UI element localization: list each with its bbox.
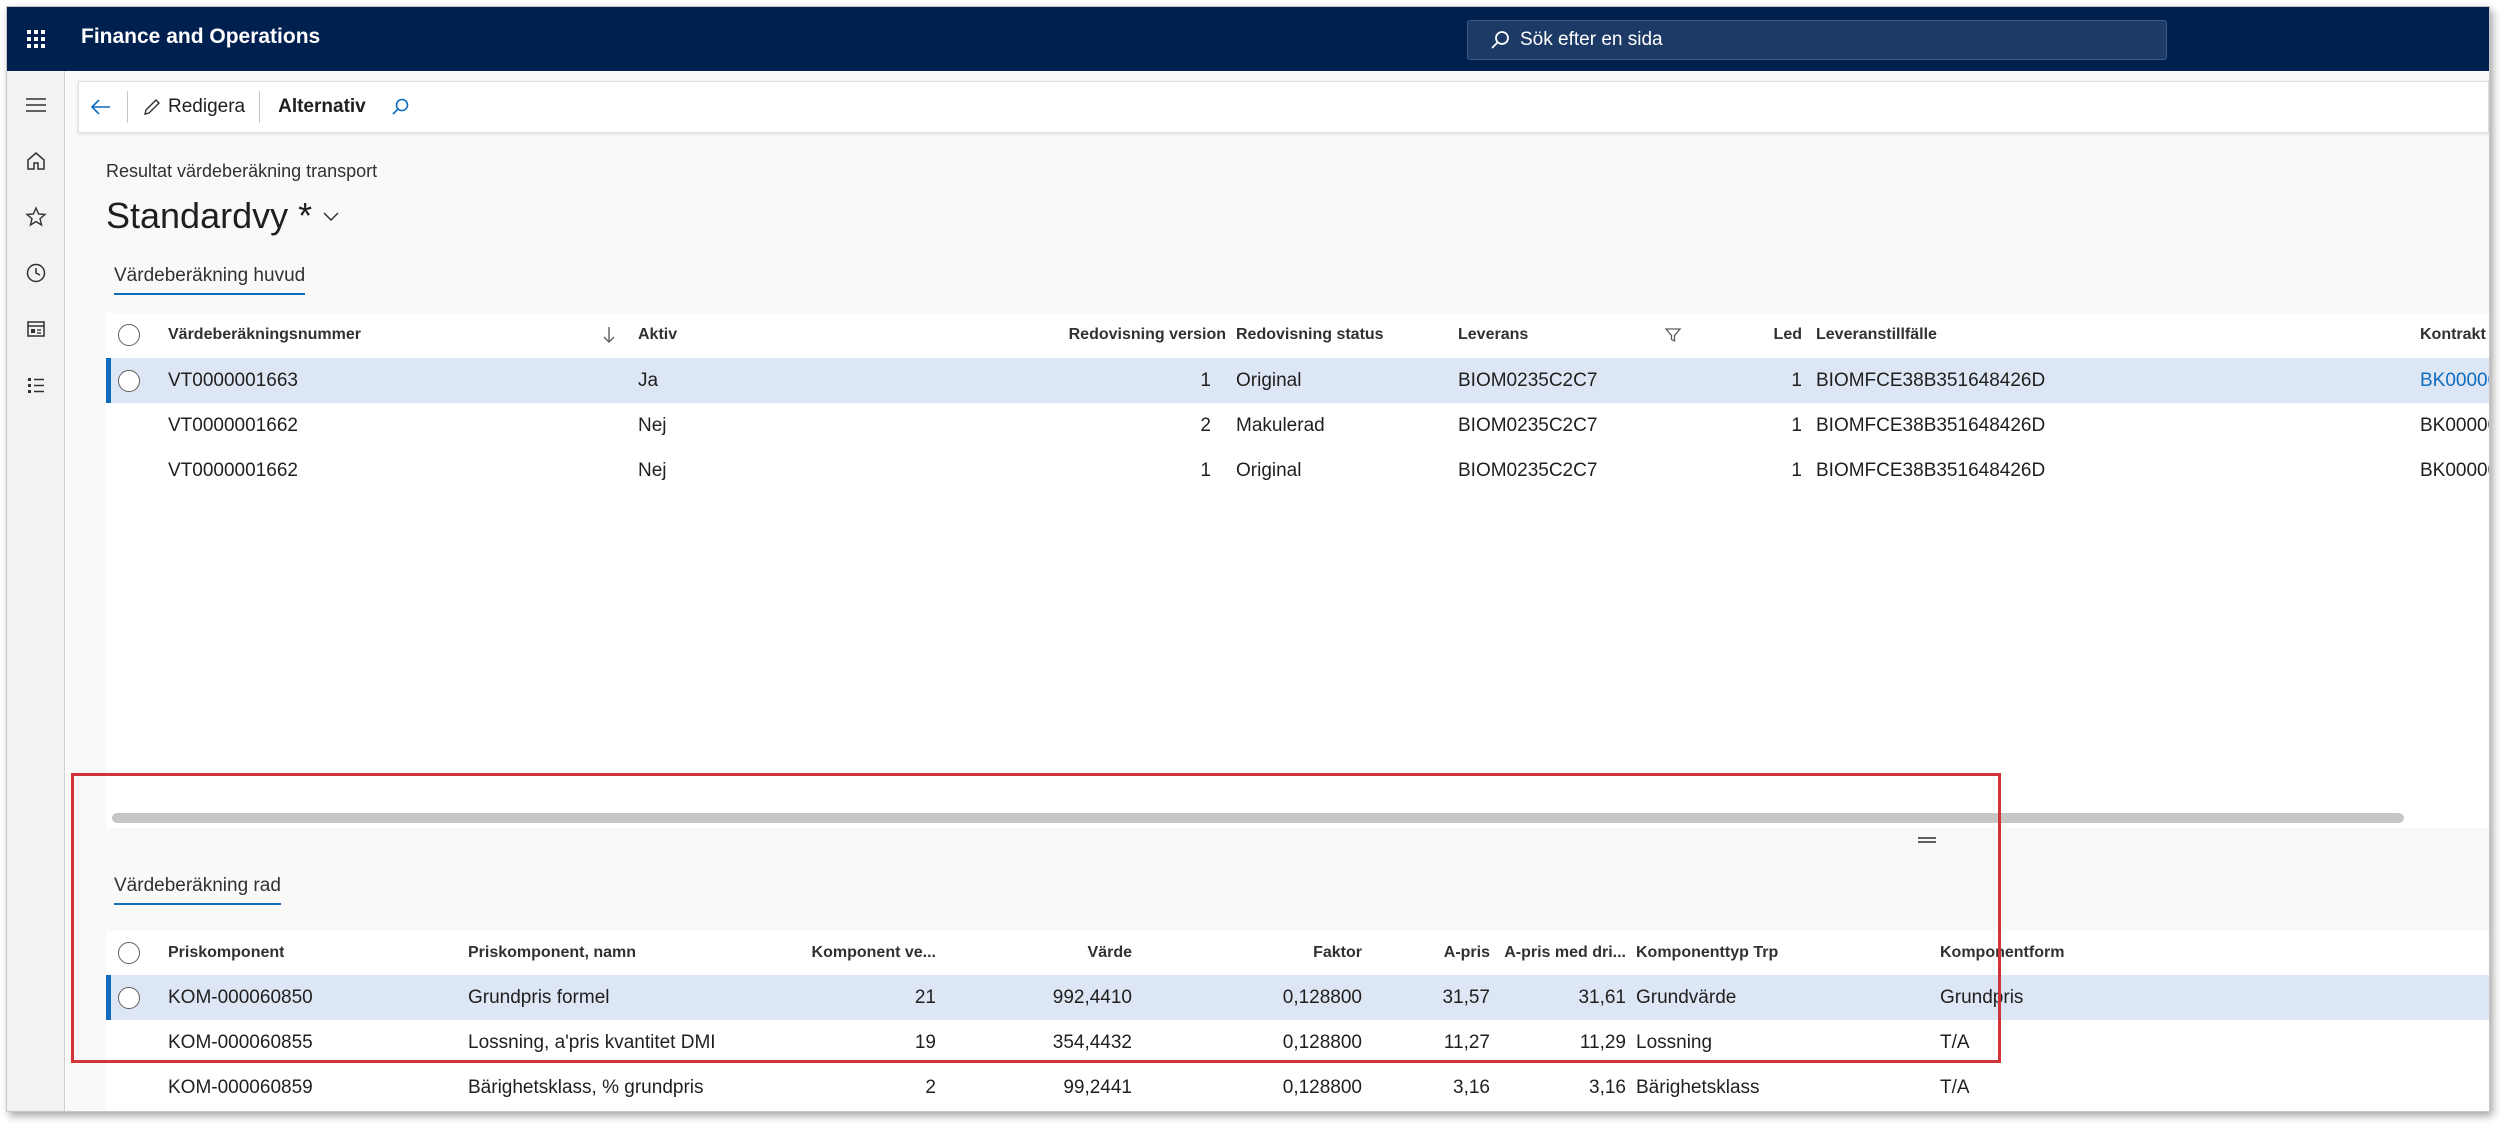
cell-contract: BK00000216 <box>2420 459 2489 481</box>
filter-icon[interactable] <box>1664 313 1682 357</box>
contract-link[interactable]: BK00000216 <box>2420 358 2489 403</box>
cell-version: 2 <box>1200 414 1211 436</box>
home-icon[interactable] <box>7 141 65 181</box>
cell-number: VT0000001663 <box>168 369 298 391</box>
col-delivery[interactable]: Leverans <box>1458 313 1528 357</box>
page-caption: Resultat värdeberäkning transport <box>106 161 378 181</box>
col-contract[interactable]: Kontrakt <box>2420 313 2486 357</box>
cell-number: VT0000001662 <box>168 414 298 436</box>
cell-led: 1 <box>1791 369 1802 391</box>
header-grid-columns: Värdeberäkningsnummer Aktiv Redovisning … <box>106 313 2489 357</box>
tab-header-section[interactable]: Värdeberäkning huvud <box>114 265 306 295</box>
highlight-annotation-box <box>71 773 2001 1063</box>
action-divider <box>127 91 128 123</box>
search-placeholder: Sök efter en sida <box>1520 29 1663 50</box>
cell-occasion: BIOMFCE38B351648426D <box>1816 459 2046 481</box>
table-row[interactable]: VT0000001663 Ja 1 Original BIOM0235C2C7 … <box>106 358 2489 403</box>
top-bar: Finance and Operations Sök efter en sida <box>7 7 2489 71</box>
back-button[interactable] <box>79 81 123 133</box>
view-selector[interactable]: Standardvy * <box>106 195 340 237</box>
col-status[interactable]: Redovisning status <box>1236 313 1384 357</box>
hamburger-icon[interactable] <box>7 85 65 125</box>
cell-occasion: BIOMFCE38B351648426D <box>1816 369 2046 391</box>
table-row[interactable]: KOM-000060859 Bärighetsklass, % grundpri… <box>106 1065 2489 1110</box>
search-icon <box>1491 31 1509 49</box>
cell-unit-price: 3,16 <box>1453 1076 1490 1098</box>
clock-icon[interactable] <box>7 253 65 293</box>
header-grid: Värdeberäkningsnummer Aktiv Redovisning … <box>106 313 2489 828</box>
cell-value: 99,2441 <box>1063 1076 1132 1098</box>
cell-component-version: 2 <box>925 1076 936 1098</box>
col-led[interactable]: Led <box>1706 313 1802 357</box>
cell-number: VT0000001662 <box>168 459 298 481</box>
cell-active: Ja <box>638 369 659 391</box>
workspace-icon[interactable] <box>7 309 65 349</box>
edit-button[interactable]: Redigera <box>132 81 255 133</box>
table-row[interactable]: VT0000001662 Nej 2 Makulerad BIOM0235C2C… <box>106 403 2489 448</box>
select-all-radio[interactable] <box>118 313 140 357</box>
col-number[interactable]: Värdeberäkningsnummer <box>168 313 361 357</box>
cell-status: Makulerad <box>1236 414 1325 436</box>
cell-status: Original <box>1236 459 1302 481</box>
page-title: Standardvy * <box>106 195 313 236</box>
col-active[interactable]: Aktiv <box>638 313 677 357</box>
sort-desc-icon[interactable] <box>602 313 616 357</box>
cell-delivery: BIOM0235C2C7 <box>1458 414 1598 436</box>
cell-factor: 0,128800 <box>1282 1076 1362 1098</box>
action-divider <box>259 91 261 123</box>
cell-component-type: Bärighetsklass <box>1636 1076 1760 1098</box>
cell-occasion: BIOMFCE38B351648426D <box>1816 414 2046 436</box>
col-version[interactable]: Redovisning version <box>906 313 1226 357</box>
app-launcher-button[interactable] <box>7 7 65 71</box>
options-tab[interactable]: Alternativ <box>264 81 380 133</box>
app-window: Finance and Operations Sök efter en sida <box>6 6 2490 1112</box>
row-select-radio[interactable] <box>118 358 140 403</box>
cell-contract: BK00000216 <box>2420 414 2489 436</box>
star-icon[interactable] <box>7 197 65 237</box>
left-navigation <box>7 71 65 1111</box>
cell-delivery: BIOM0235C2C7 <box>1458 459 1598 481</box>
pencil-icon <box>144 99 160 115</box>
waffle-icon <box>27 30 45 48</box>
col-occasion[interactable]: Leveranstillfälle <box>1816 313 1937 357</box>
cell-led: 1 <box>1791 414 1802 436</box>
list-icon[interactable] <box>7 365 65 405</box>
cell-status: Original <box>1236 369 1302 391</box>
cell-component: KOM-000060859 <box>168 1076 313 1098</box>
cell-active: Nej <box>638 414 667 436</box>
arrow-left-icon <box>90 99 110 115</box>
page-search-box[interactable]: Sök efter en sida <box>1467 20 2167 60</box>
cell-delivery: BIOM0235C2C7 <box>1458 369 1598 391</box>
table-row[interactable]: VT0000001662 Nej 1 Original BIOM0235C2C7… <box>106 448 2489 493</box>
action-search-button[interactable] <box>380 81 426 133</box>
cell-unit-price-dri: 3,16 <box>1589 1076 1626 1098</box>
cell-component-name: Bärighetsklass, % grundpris <box>468 1076 704 1098</box>
search-icon <box>392 98 409 115</box>
chevron-down-icon <box>323 212 339 222</box>
edit-label: Redigera <box>168 96 246 117</box>
app-title: Finance and Operations <box>81 25 321 48</box>
cell-version: 1 <box>1200 459 1211 481</box>
cell-active: Nej <box>638 459 667 481</box>
cell-led: 1 <box>1791 459 1802 481</box>
cell-component-form: T/A <box>1940 1076 1970 1098</box>
cell-version: 1 <box>1200 369 1211 391</box>
action-pane: Redigera Alternativ <box>78 81 2489 133</box>
